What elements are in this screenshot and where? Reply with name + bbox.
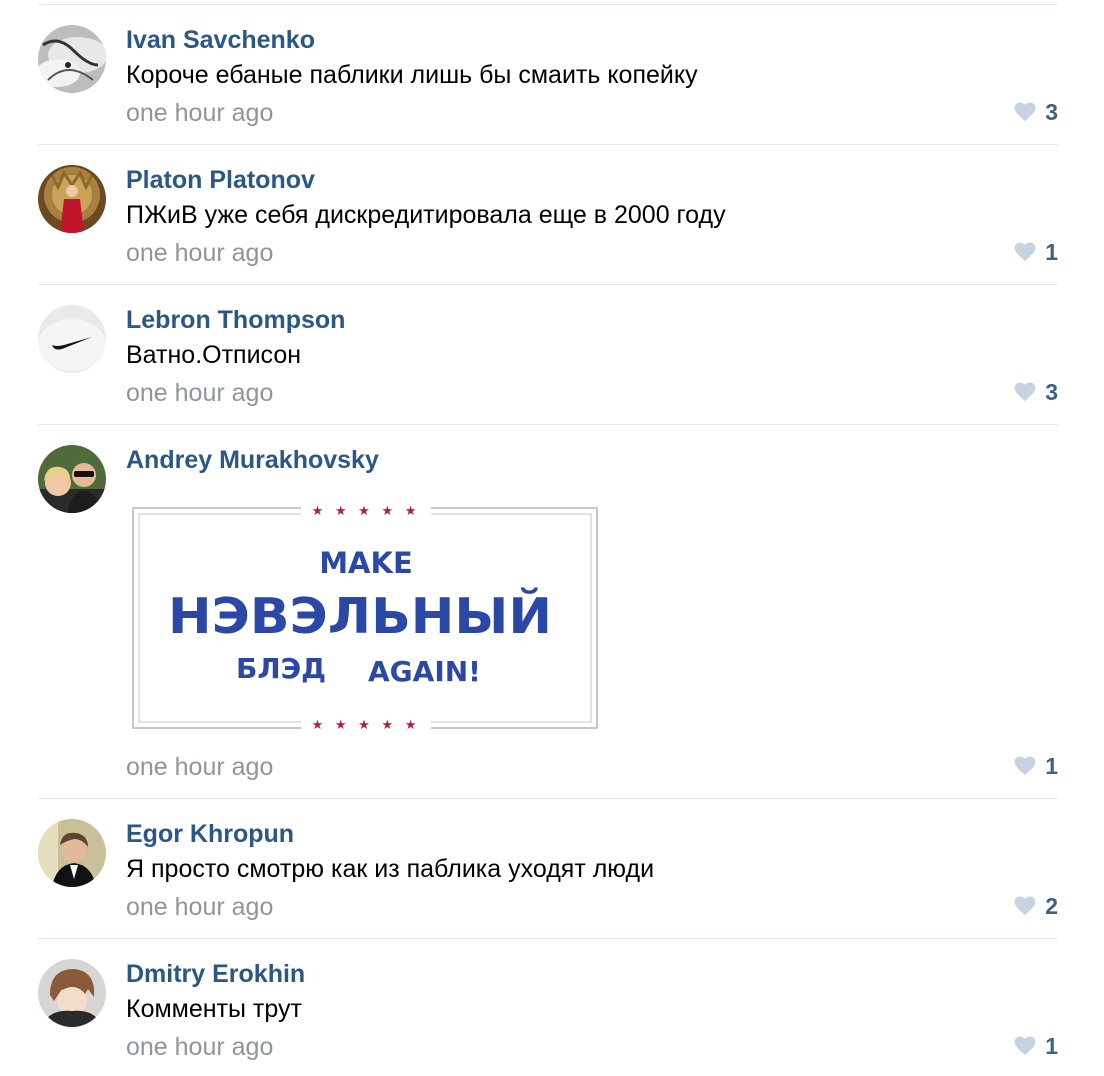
avatar[interactable] — [38, 25, 106, 93]
poster-line-3a: БЛЭД — [236, 652, 326, 685]
like-button[interactable]: 3 — [1014, 97, 1058, 127]
avatar[interactable] — [38, 165, 106, 233]
like-count: 1 — [1045, 753, 1058, 779]
comment-item: Andrey Murakhovsky ★ ★ ★ ★ ★ ★ ★ ★ ★ ★ M… — [38, 425, 1058, 799]
comment-text: Комменты трут — [126, 995, 302, 1023]
comment-time[interactable]: one hour ago — [126, 892, 273, 922]
comment-item: Dmitry Erokhin Комменты трут one hour ag… — [38, 939, 1058, 1076]
like-count: 2 — [1045, 893, 1058, 919]
poster-line-2: НЭВЭЛЬНЫЙ — [168, 586, 552, 645]
comment-text: Я просто смотрю как из паблика уходят лю… — [126, 855, 655, 883]
like-count: 1 — [1045, 239, 1058, 265]
author-name[interactable]: Lebron Thompson — [126, 305, 345, 335]
author-name[interactable]: Platon Platonov — [126, 165, 315, 195]
comment-text: ПЖиВ уже себя дискредитировала еще в 200… — [126, 201, 726, 229]
comment-time[interactable]: one hour ago — [126, 752, 273, 782]
comment-text: Ватно.Отписон — [126, 341, 302, 369]
author-name[interactable]: Ivan Savchenko — [126, 25, 315, 55]
stars-top: ★ ★ ★ ★ ★ — [312, 503, 421, 518]
swoosh-logo-icon — [38, 305, 106, 373]
avatar[interactable] — [38, 445, 106, 513]
comment-item: Lebron Thompson Ватно.Отписон one hour a… — [38, 285, 1058, 425]
poster-line-3b: AGAIN! — [368, 655, 481, 688]
throne-photo-icon — [38, 165, 106, 233]
like-button[interactable]: 3 — [1014, 377, 1058, 407]
comment-time[interactable]: one hour ago — [126, 238, 273, 268]
author-name[interactable]: Egor Khropun — [126, 819, 294, 849]
heart-icon — [1014, 382, 1036, 402]
author-name[interactable]: Dmitry Erokhin — [126, 959, 305, 989]
avatar[interactable] — [38, 819, 106, 887]
stars-bottom: ★ ★ ★ ★ ★ — [312, 717, 421, 732]
like-count: 1 — [1045, 1033, 1058, 1059]
heart-icon — [1014, 756, 1036, 776]
comment-time[interactable]: one hour ago — [126, 98, 273, 128]
like-count: 3 — [1045, 99, 1058, 125]
heart-icon — [1014, 242, 1036, 262]
heart-icon — [1014, 896, 1036, 916]
like-button[interactable]: 1 — [1014, 237, 1058, 267]
like-count: 3 — [1045, 379, 1058, 405]
comment-time[interactable]: one hour ago — [126, 378, 273, 408]
comments-feed: Ivan Savchenko Короче ебаные паблики лиш… — [0, 0, 1104, 1076]
like-button[interactable]: 1 — [1014, 1031, 1058, 1061]
avatar[interactable] — [38, 959, 106, 1027]
poster-image: ★ ★ ★ ★ ★ ★ ★ ★ ★ ★ MAKE НЭВЭЛЬНЫЙ БЛЭД … — [131, 503, 601, 733]
like-button[interactable]: 2 — [1014, 891, 1058, 921]
grayscale-photo-icon — [38, 25, 106, 93]
author-name[interactable]: Andrey Murakhovsky — [126, 445, 379, 475]
heart-icon — [1014, 102, 1036, 122]
man-photo-icon — [38, 819, 106, 887]
avatar[interactable] — [38, 305, 106, 373]
comment-time[interactable]: one hour ago — [126, 1032, 273, 1062]
comment-item: Ivan Savchenko Короче ебаные паблики лиш… — [38, 5, 1058, 145]
poster-line-1: MAKE — [319, 546, 413, 580]
couple-photo-icon — [38, 445, 106, 513]
heart-icon — [1014, 1036, 1036, 1056]
anime-photo-icon — [38, 959, 106, 1027]
like-button[interactable]: 1 — [1014, 751, 1058, 781]
comment-item: Platon Platonov ПЖиВ уже себя дискредити… — [38, 145, 1058, 285]
comment-text: Короче ебаные паблики лишь бы смаить коп… — [126, 61, 698, 89]
image-attachment[interactable]: ★ ★ ★ ★ ★ ★ ★ ★ ★ ★ MAKE НЭВЭЛЬНЫЙ БЛЭД … — [131, 503, 601, 733]
comment-item: Egor Khropun Я просто смотрю как из пабл… — [38, 799, 1058, 939]
